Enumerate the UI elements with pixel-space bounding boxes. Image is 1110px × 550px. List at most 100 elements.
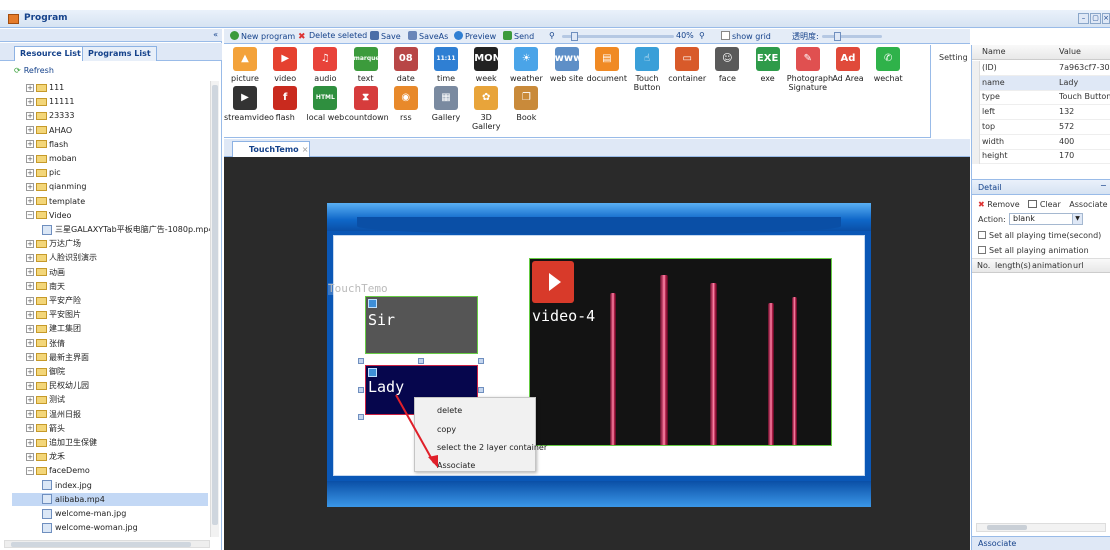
expand-icon[interactable]: + xyxy=(26,339,34,348)
tree-folder-item[interactable]: + 建工集团 xyxy=(26,322,81,335)
expand-icon[interactable]: + xyxy=(26,154,34,163)
palette-item[interactable]: 11:11 time xyxy=(425,47,467,83)
touch-button-sir[interactable]: Sir xyxy=(365,296,478,354)
delete-selected-button[interactable]: ✖ Delete seleted xyxy=(298,31,367,42)
tree-folder-item[interactable]: + flash xyxy=(26,138,68,151)
expand-icon[interactable]: + xyxy=(26,253,34,262)
zoom-slider-thumb[interactable] xyxy=(571,32,578,41)
tree-folder-item[interactable]: − faceDemo xyxy=(26,464,90,477)
tree-folder-item[interactable]: + 箭头 xyxy=(26,422,65,435)
remove-button[interactable]: Remove xyxy=(987,200,1019,209)
resize-handle[interactable] xyxy=(358,414,364,420)
expand-icon[interactable]: − xyxy=(26,211,34,220)
expand-icon[interactable]: + xyxy=(26,182,34,191)
associate-button[interactable]: Associate xyxy=(1069,200,1107,209)
palette-item[interactable]: ◉ rss xyxy=(385,86,427,122)
tree-folder-item[interactable]: +23333 xyxy=(26,109,74,122)
expand-icon[interactable]: + xyxy=(26,168,34,177)
property-row[interactable]: type Touch Button xyxy=(972,90,1110,106)
expand-icon[interactable]: + xyxy=(26,310,34,319)
tree-folder-item[interactable]: + 人脸识别演示 xyxy=(26,251,97,264)
expand-icon[interactable]: + xyxy=(26,324,34,333)
associate-bar[interactable]: Associate xyxy=(972,536,1110,550)
expand-icon[interactable]: + xyxy=(26,83,34,92)
col-url[interactable]: url xyxy=(1073,261,1084,270)
palette-item[interactable]: ☺ face xyxy=(706,47,748,83)
palette-item[interactable]: HTML local web xyxy=(304,86,346,122)
tree-folder-item[interactable]: + pic xyxy=(26,166,61,179)
palette-item[interactable]: EXE exe xyxy=(747,47,789,83)
expand-icon[interactable]: + xyxy=(26,140,34,149)
property-row[interactable]: height 170 xyxy=(972,149,1110,165)
tree-folder-item[interactable]: + 南天 xyxy=(26,280,65,293)
expand-icon[interactable]: + xyxy=(26,438,34,447)
property-value[interactable]: Touch Button xyxy=(1059,90,1110,104)
palette-item[interactable]: www web site xyxy=(546,47,588,83)
zoom-slider[interactable] xyxy=(562,32,674,41)
resize-handle[interactable] xyxy=(478,358,484,364)
expand-icon[interactable]: + xyxy=(26,367,34,376)
action-select[interactable]: blank ▼ xyxy=(1009,213,1083,225)
expand-icon[interactable]: + xyxy=(26,452,34,461)
palette-item[interactable]: ⧗ countdown xyxy=(345,86,389,122)
palette-item[interactable]: Ad Ad Area xyxy=(827,47,869,83)
expand-icon[interactable]: + xyxy=(26,268,34,277)
set-playing-animation-button[interactable]: Set all playing animation xyxy=(978,246,1089,255)
expand-icon[interactable]: + xyxy=(26,97,34,106)
chevron-down-icon[interactable]: ▼ xyxy=(1072,214,1082,224)
preview-button[interactable]: Preview xyxy=(454,31,496,41)
expand-icon[interactable]: − xyxy=(26,466,34,475)
scrollbar-thumb[interactable] xyxy=(11,542,191,547)
opacity-slider-thumb[interactable] xyxy=(834,32,841,41)
palette-item[interactable]: ❐ Book xyxy=(505,86,547,122)
expand-icon[interactable]: + xyxy=(26,381,34,390)
tree-file-item[interactable]: index.jpg xyxy=(42,479,92,492)
scrollbar-thumb[interactable] xyxy=(987,525,1027,530)
expand-icon[interactable]: + xyxy=(26,197,34,206)
property-row[interactable]: name Lady xyxy=(972,75,1110,91)
palette-item[interactable]: ▦ Gallery xyxy=(425,86,467,122)
tree-file-item[interactable]: 三星GALAXYTab平板电脑广告-1080p.mp4 xyxy=(42,223,210,236)
tree-file-item[interactable]: welcome-woman.jpg xyxy=(42,521,138,534)
show-grid-checkbox[interactable] xyxy=(721,31,730,40)
property-value[interactable]: 400 xyxy=(1059,135,1110,149)
tree-horizontal-scrollbar[interactable] xyxy=(4,540,210,548)
col-length[interactable]: length(s) xyxy=(995,261,1031,270)
collapse-icon[interactable]: « xyxy=(213,30,218,39)
refresh-button[interactable]: ⟳ Refresh xyxy=(14,66,54,75)
palette-item[interactable]: ☝ Touch Button xyxy=(626,47,668,92)
palette-item[interactable]: MON week xyxy=(465,47,507,83)
tree-folder-item[interactable]: + moban xyxy=(26,152,77,165)
property-value[interactable]: 572 xyxy=(1059,120,1110,134)
tree-folder-item[interactable]: +11111 xyxy=(26,95,74,108)
scrollbar-thumb[interactable] xyxy=(212,85,218,525)
close-button[interactable]: × xyxy=(1102,13,1110,24)
expand-icon[interactable]: + xyxy=(26,111,34,120)
palette-item[interactable]: ▲ picture xyxy=(224,47,266,83)
expand-icon[interactable]: + xyxy=(26,353,34,362)
clear-button[interactable]: Clear xyxy=(1040,200,1061,209)
property-value[interactable]: Lady xyxy=(1059,76,1110,90)
minimize-button[interactable]: – xyxy=(1078,13,1089,24)
tree-folder-item[interactable]: + 测试 xyxy=(26,393,65,406)
col-no[interactable]: No. xyxy=(977,261,990,270)
palette-item[interactable]: ✿ 3D Gallery xyxy=(465,86,507,131)
tree-folder-item[interactable]: + qianming xyxy=(26,180,86,193)
tree-folder-item[interactable]: + template xyxy=(26,195,85,208)
resize-handle[interactable] xyxy=(358,358,364,364)
opacity-slider[interactable] xyxy=(822,32,882,41)
tab-programs-list[interactable]: Programs List xyxy=(82,46,157,61)
palette-item[interactable]: ▶ video xyxy=(264,47,306,83)
expand-icon[interactable]: + xyxy=(26,410,34,419)
tree-folder-item[interactable]: + 张倩 xyxy=(26,337,65,350)
tree-folder-item[interactable]: + 追加卫生保健 xyxy=(26,436,97,449)
tree-folder-item[interactable]: + 龙禾 xyxy=(26,450,65,463)
tab-close-icon[interactable]: × xyxy=(302,145,309,154)
resize-handle[interactable] xyxy=(418,358,424,364)
tree-folder-item[interactable]: + 温州日报 xyxy=(26,408,81,421)
maximize-button[interactable]: ▢ xyxy=(1090,13,1101,24)
tree-folder-item[interactable]: + 万达广场 xyxy=(26,237,81,250)
detail-horizontal-scrollbar[interactable] xyxy=(976,523,1106,532)
tree-folder-item[interactable]: + 平安图片 xyxy=(26,308,81,321)
property-row[interactable]: top 572 xyxy=(972,119,1110,135)
